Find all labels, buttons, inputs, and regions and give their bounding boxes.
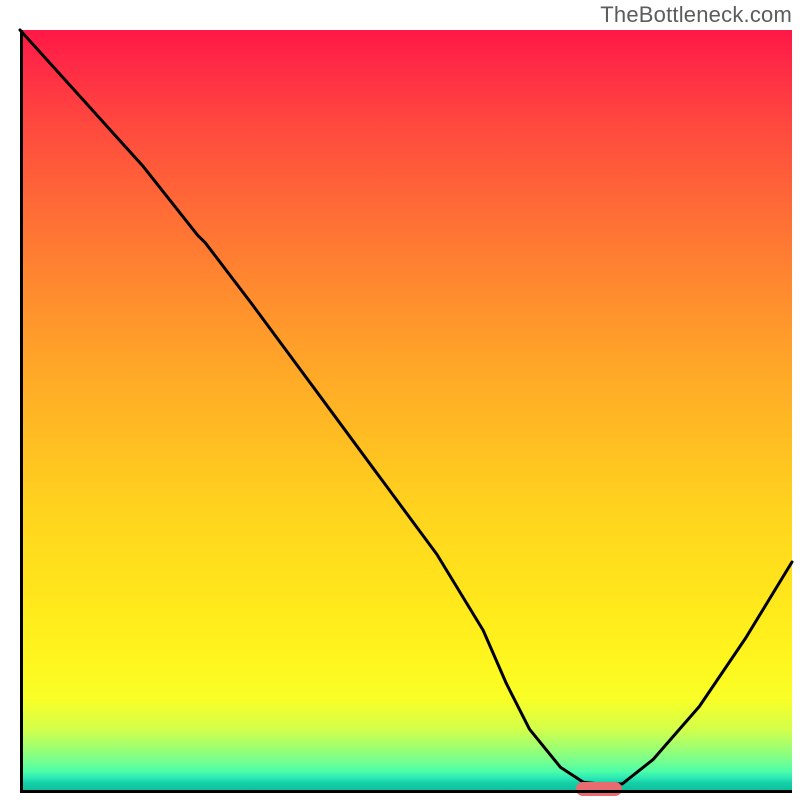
chart-container: TheBottleneck.com	[0, 0, 800, 800]
optimal-marker	[576, 782, 622, 796]
x-axis	[20, 790, 792, 793]
y-axis	[20, 30, 23, 790]
watermark-text: TheBottleneck.com	[600, 2, 792, 28]
plot-area	[20, 30, 792, 790]
bottleneck-curve	[20, 30, 792, 784]
curve-svg	[20, 30, 792, 790]
